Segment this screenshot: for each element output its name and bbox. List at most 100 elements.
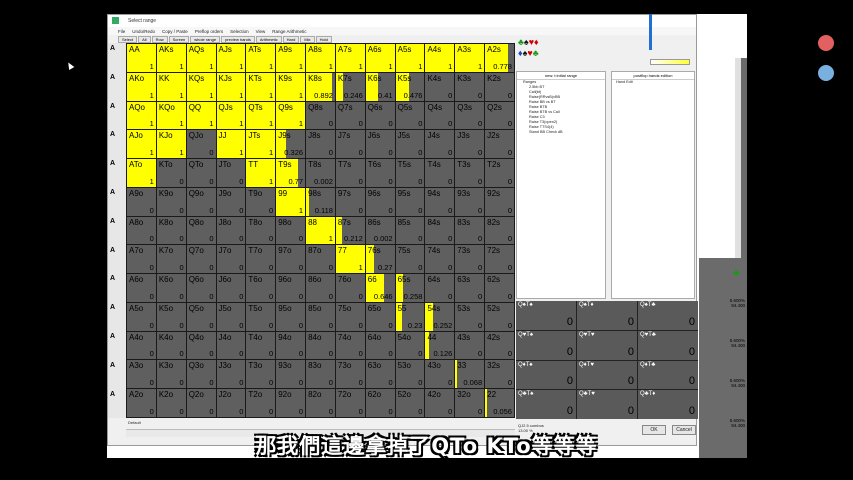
combo-cell[interactable]: Q♣T♠ 0 (516, 390, 576, 419)
hand-cell[interactable]: 42o 0 (425, 389, 455, 417)
hand-cell[interactable]: J3o 0 (216, 360, 246, 389)
hand-cell[interactable]: 66 0.646 (365, 274, 395, 302)
hand-cell[interactable]: KQs 1 (186, 72, 216, 101)
hand-cell[interactable]: 42s 0 (485, 331, 514, 360)
hand-cell[interactable]: QJo 0 (186, 130, 216, 159)
menu-item[interactable]: Selection (230, 29, 249, 34)
hand-cell[interactable]: 96s 0 (365, 187, 395, 216)
left-tab[interactable]: A (110, 74, 122, 82)
hand-cell[interactable]: A4o 0 (127, 331, 156, 360)
hand-cell[interactable]: 77 1 (335, 245, 365, 274)
hand-cell[interactable]: 76s 0.27 (365, 245, 395, 274)
hand-cell[interactable]: T6o 0 (246, 274, 276, 302)
hand-cell[interactable]: 74o 0 (335, 331, 365, 360)
hand-cell[interactable]: K8s 0.892 (306, 72, 335, 101)
left-tab[interactable]: A (110, 45, 122, 53)
hand-cell[interactable]: J2o 0 (216, 389, 246, 417)
hand-cell[interactable]: KTo 0 (156, 159, 186, 187)
hand-cell[interactable]: K9s 1 (276, 72, 306, 101)
hand-cell[interactable]: T3o 0 (246, 360, 276, 389)
hand-cell[interactable]: 75o 0 (335, 302, 365, 331)
hand-cell[interactable]: T5o 0 (246, 302, 276, 331)
hand-cell[interactable]: QQ 1 (186, 101, 216, 130)
hand-cell[interactable]: T7o 0 (246, 245, 276, 274)
right-scrollbar[interactable] (735, 58, 741, 258)
hand-cell[interactable]: 43s 0 (455, 331, 485, 360)
right-list[interactable] (699, 58, 735, 258)
combo-cell[interactable]: Q♠T♣ 0 (638, 301, 698, 330)
hand-cell[interactable]: A3s 1 (455, 44, 485, 72)
hand-cell[interactable]: A2s 0.778 (485, 44, 514, 72)
hand-cell[interactable]: J7o 0 (216, 245, 246, 274)
hand-cell[interactable]: 52s 0 (485, 302, 514, 331)
hand-cell[interactable]: T4o 0 (246, 331, 276, 360)
hand-cell[interactable]: Q9o 0 (186, 187, 216, 216)
combo-cell[interactable]: Q♥T♠ 0 (516, 330, 576, 360)
hand-cell[interactable]: J7s 0 (335, 130, 365, 159)
hand-cell[interactable]: Q8s 0 (306, 101, 335, 130)
toolbar-button[interactable]: whole range (190, 35, 221, 43)
hand-cell[interactable]: K6o 0 (156, 274, 186, 302)
hand-cell[interactable]: 95o 0 (276, 302, 306, 331)
hand-cell[interactable]: K2s 0 (485, 72, 514, 101)
hand-cell[interactable]: 22 0.056 (485, 389, 514, 417)
hand-cell[interactable]: J2s 0 (485, 130, 514, 159)
hand-cell[interactable]: AA 1 (127, 44, 156, 72)
hand-cell[interactable]: Q8o 0 (186, 216, 216, 245)
toolbar-button[interactable]: Select (118, 35, 138, 43)
hand-cell[interactable]: 43o 0 (425, 360, 455, 389)
hand-cell[interactable]: 92o 0 (276, 389, 306, 417)
combo-cell[interactable]: Q♣T♥ 0 (577, 390, 637, 419)
hand-cell[interactable]: J8o 0 (216, 216, 246, 245)
hand-cell[interactable]: AJs 1 (216, 44, 246, 72)
hand-cell[interactable]: A8o 0 (127, 216, 156, 245)
combo-cell[interactable]: Q♦T♥ 0 (577, 360, 637, 390)
hand-cell[interactable]: J6o 0 (216, 274, 246, 302)
hand-cell[interactable]: ATs 1 (246, 44, 276, 72)
hand-cell[interactable]: Q4o 0 (186, 331, 216, 360)
hand-cell[interactable]: Q5s 0 (395, 101, 425, 130)
hand-cell[interactable]: 73s 0 (455, 245, 485, 274)
combo-cell[interactable]: Q♥T♥ 0 (577, 330, 637, 360)
hand-cell[interactable]: AKo 1 (127, 72, 156, 101)
hand-cell[interactable]: KJs 1 (216, 72, 246, 101)
hand-cell[interactable]: A9s 1 (276, 44, 306, 72)
hand-cell[interactable]: 99 1 (276, 187, 306, 216)
hand-cell[interactable]: 54s 0.252 (425, 302, 455, 331)
hand-cell[interactable]: JJ 1 (216, 130, 246, 159)
hand-cell[interactable]: T6s 0 (365, 159, 395, 187)
menu-item[interactable]: Undo/Redo (132, 29, 155, 34)
hand-cell[interactable]: J6s 0 (365, 130, 395, 159)
toolbar-button[interactable]: preview hands (221, 35, 255, 43)
left-tab[interactable]: A (110, 131, 122, 139)
hand-cell[interactable]: T4s 0 (425, 159, 455, 187)
hand-cell[interactable]: 94s 0 (425, 187, 455, 216)
hand-cell[interactable]: Q7o 0 (186, 245, 216, 274)
toolbar-button[interactable]: Screen (168, 35, 190, 43)
hand-cell[interactable]: 84s 0 (425, 216, 455, 245)
hand-cell[interactable]: 92s 0 (485, 187, 514, 216)
left-tab[interactable]: A (110, 391, 122, 399)
hand-cell[interactable]: 62o 0 (365, 389, 395, 417)
hand-cell[interactable]: 73o 0 (335, 360, 365, 389)
left-tab[interactable]: A (110, 362, 122, 370)
left-tab[interactable]: A (110, 304, 122, 312)
hand-cell[interactable]: 97s 0 (335, 187, 365, 216)
hand-cell[interactable]: K4o 0 (156, 331, 186, 360)
hand-cell[interactable]: T8o 0 (246, 216, 276, 245)
hand-cell[interactable]: 72s 0 (485, 245, 514, 274)
toolbar-button[interactable]: All (138, 35, 151, 43)
face-button-icon[interactable] (818, 65, 834, 81)
hand-cell[interactable]: A5o 0 (127, 302, 156, 331)
hand-cell[interactable]: J8s 0 (306, 130, 335, 159)
hand-cell[interactable]: A3o 0 (127, 360, 156, 389)
hand-cell[interactable]: 33 0.068 (455, 360, 485, 389)
combo-cell[interactable]: Q♥T♣ 0 (638, 330, 698, 360)
hand-cell[interactable]: QTs 1 (246, 101, 276, 130)
hand-cell[interactable]: Q7s 0 (335, 101, 365, 130)
hand-cell[interactable]: 85s 0 (395, 216, 425, 245)
hand-cell[interactable]: A5s 1 (395, 44, 425, 72)
combo-cell[interactable]: Q♦T♣ 0 (638, 360, 698, 390)
hand-cell[interactable]: J9o 0 (216, 187, 246, 216)
hand-cell[interactable]: AQs 1 (186, 44, 216, 72)
